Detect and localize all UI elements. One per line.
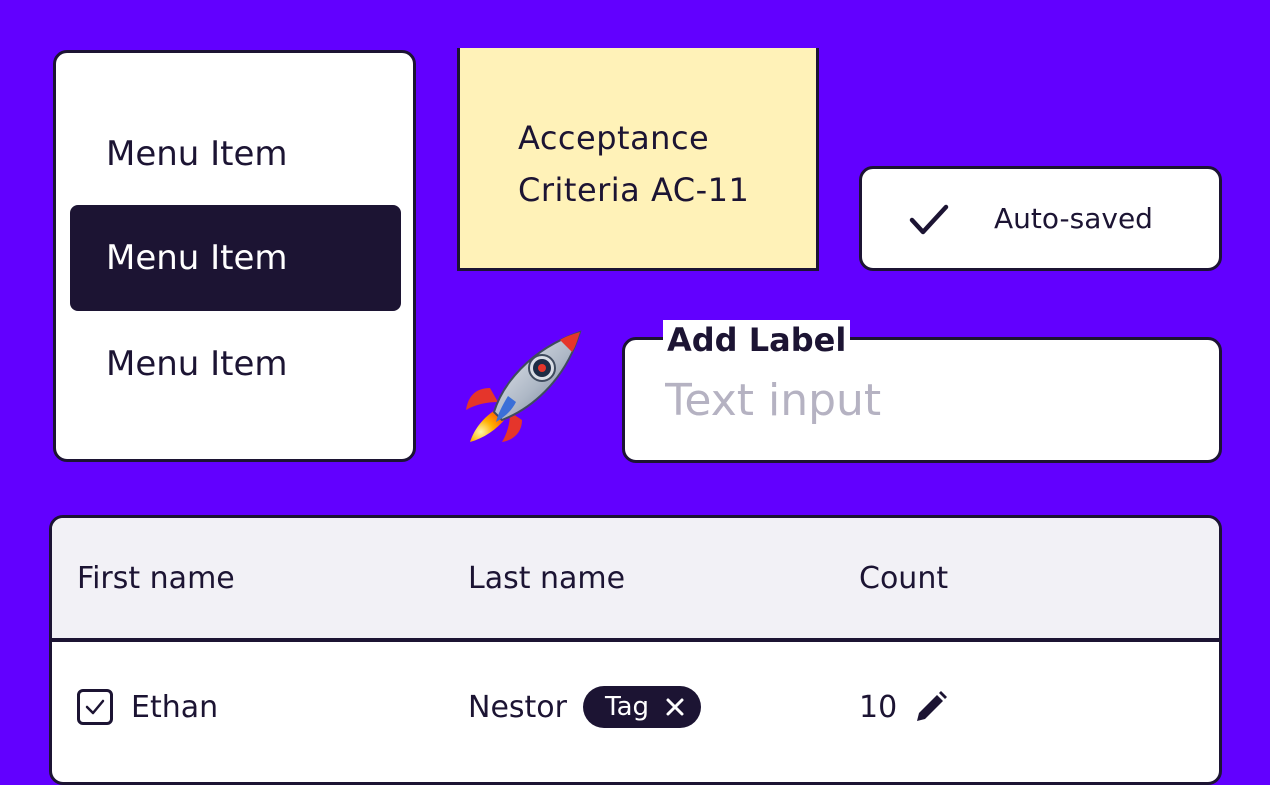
menu-item-1[interactable]: Menu Item xyxy=(70,101,401,207)
first-name-value: Ethan xyxy=(131,689,219,725)
column-header-first-name[interactable]: First name xyxy=(77,518,235,638)
sticky-note-line-2: Criteria AC-11 xyxy=(518,171,750,209)
menu-item-label: Menu Item xyxy=(106,344,288,384)
text-input-container[interactable]: Add Label xyxy=(622,320,1222,463)
row-checkbox[interactable] xyxy=(77,689,113,725)
cell-count: 10 xyxy=(859,642,951,772)
count-value: 10 xyxy=(859,689,898,725)
input-label: Add Label xyxy=(663,320,851,360)
sticky-note[interactable]: Acceptance Criteria AC-11 xyxy=(457,48,819,271)
last-name-value: Nestor xyxy=(468,689,567,725)
menu-item-label: Menu Item xyxy=(106,238,288,278)
pencil-icon[interactable] xyxy=(911,687,951,727)
tag-chip[interactable]: Tag xyxy=(582,686,701,728)
sticky-note-line-1: Acceptance xyxy=(518,119,710,157)
autosave-indicator: Auto-saved xyxy=(859,166,1222,271)
table-row: Ethan Nestor Tag 10 xyxy=(52,642,1219,772)
data-table: First name Last name Count Ethan Nestor … xyxy=(49,515,1222,785)
menu-item-3[interactable]: Menu Item xyxy=(70,311,401,417)
rocket-icon xyxy=(466,330,582,442)
menu-item-label: Menu Item xyxy=(106,134,288,174)
column-header-last-name[interactable]: Last name xyxy=(468,518,625,638)
menu-item-2-selected[interactable]: Menu Item xyxy=(70,205,401,311)
menu-card: Menu Item Menu Item Menu Item xyxy=(53,50,416,462)
checkmark-icon xyxy=(909,204,949,235)
close-icon[interactable] xyxy=(663,695,687,719)
checkbox-check-icon xyxy=(85,699,105,715)
cell-last-name: Nestor Tag xyxy=(468,642,701,772)
autosave-label: Auto-saved xyxy=(994,202,1153,235)
cell-first-name: Ethan xyxy=(77,642,218,772)
table-header: First name Last name Count xyxy=(52,518,1219,642)
column-header-count[interactable]: Count xyxy=(859,518,948,638)
text-input-field[interactable] xyxy=(665,370,1185,430)
tag-label: Tag xyxy=(604,692,649,722)
